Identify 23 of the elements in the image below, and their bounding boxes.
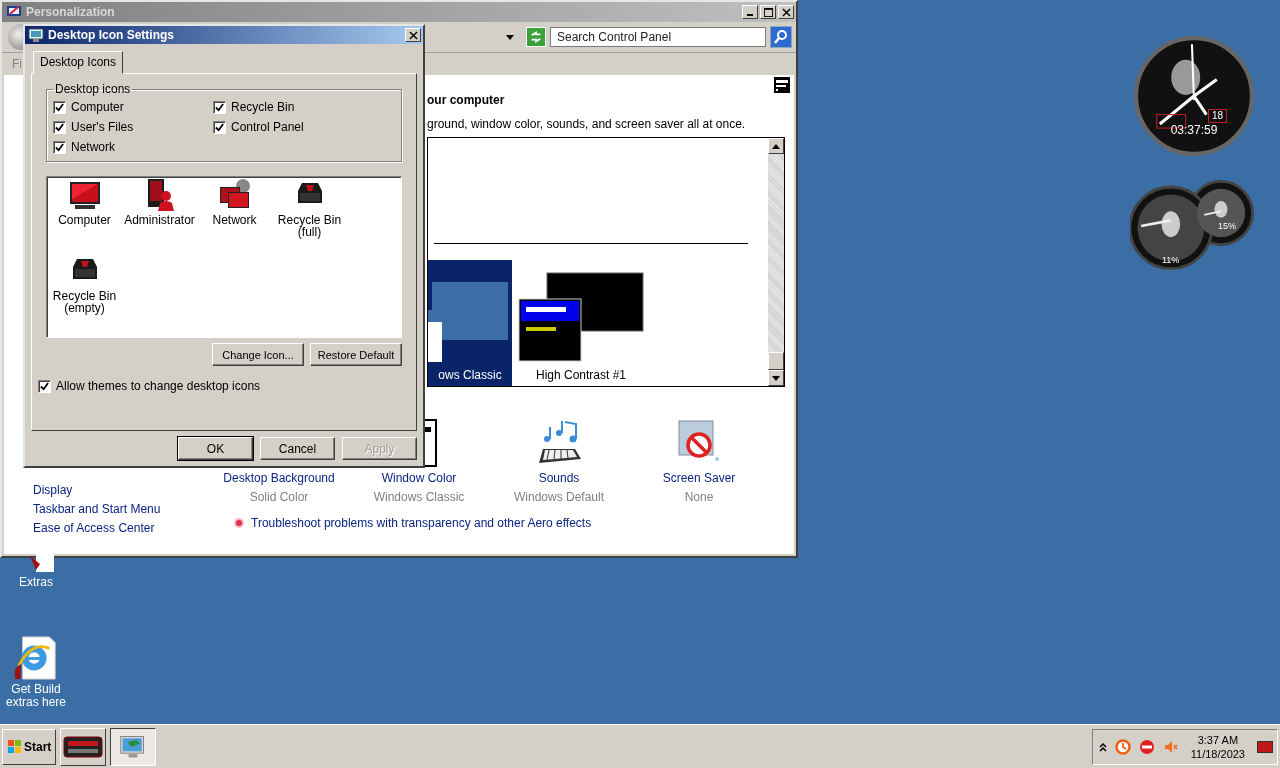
clock-time: 3:37 AM — [1197, 732, 1239, 747]
setting-value: Solid Color — [249, 490, 309, 504]
checkbox-label: Recycle Bin — [231, 100, 295, 114]
setting-value: Windows Classic — [373, 490, 465, 504]
page-heading: our computer — [427, 93, 506, 109]
setting-value: None — [684, 490, 714, 504]
window-title: Personalization — [26, 5, 116, 19]
checkbox-label: Network — [71, 140, 115, 154]
checkbox-label: Allow themes to change desktop icons — [56, 379, 261, 393]
checkbox-label: User's Files — [71, 120, 134, 134]
time-display: 03:37:59 — [1169, 123, 1219, 137]
checkbox-label: Computer — [71, 100, 124, 114]
clock-date: 11/18/2023 — [1190, 746, 1245, 761]
setting-value: Windows Default — [513, 490, 604, 504]
page-description: ground, window color, sounds, and screen saver all at once. — [427, 117, 747, 133]
theme-label: ows Classic — [438, 368, 502, 382]
checkbox-label: Control Panel — [231, 120, 304, 134]
meter-reading: 11% — [1162, 255, 1180, 265]
dialog-title: Desktop Icon Settings — [48, 28, 176, 42]
theme-label: High Contrast #1 — [535, 368, 626, 382]
group-title: Desktop icons — [54, 82, 132, 96]
date-display: 18 — [1208, 109, 1227, 123]
meter-reading: 15% — [1218, 221, 1236, 231]
